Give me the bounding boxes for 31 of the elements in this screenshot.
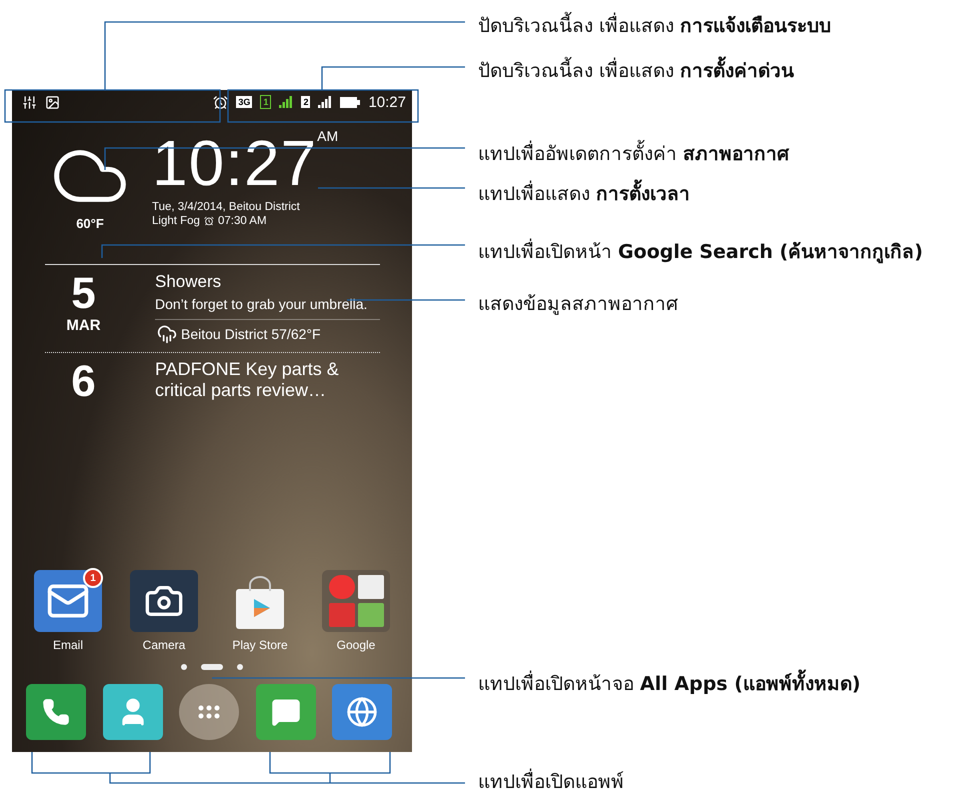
alarm-time-text: 07:30 AM bbox=[218, 214, 267, 228]
temperature-text: 60°F bbox=[76, 216, 104, 231]
sim-card-label: 1 bbox=[260, 95, 272, 109]
event-title[interactable]: Showers bbox=[155, 271, 380, 292]
callout-text: แทปเพื่อแสดง การตั้งเวลา bbox=[478, 178, 690, 208]
app-label: Email bbox=[52, 638, 83, 652]
notification-badge: 1 bbox=[83, 568, 103, 588]
clock-time[interactable]: 10:27 bbox=[152, 126, 318, 200]
app-label: Camera bbox=[142, 638, 186, 652]
callout-text: แทปเพื่อเปิดหน้าจอ All Apps (แอพพ์ทั้งหมด) bbox=[478, 668, 861, 698]
event-description: Don’t forget to grab your umbrella. bbox=[155, 295, 380, 320]
callout-text: ปัดบริเวณนี้ลง เพื่อแสดง การตั้งค่าด่วน bbox=[478, 55, 794, 85]
callout-text: แทปเพื่อเปิดแอพพ์ bbox=[478, 766, 624, 795]
event-title[interactable]: PADFONE Key parts & critical parts review… bbox=[155, 359, 380, 401]
callout-text: แทปเพื่อเปิดหน้า Google Search (ค้นหาจากกูเกิล) bbox=[478, 236, 923, 266]
sim-card-label: 2 bbox=[301, 96, 310, 108]
meridiem-text: AM bbox=[317, 128, 338, 144]
app-label: Play Store bbox=[232, 638, 288, 652]
app-label: Google bbox=[336, 638, 376, 652]
date-location-text: Tue, 3/4/2014, Beitou District bbox=[152, 200, 301, 214]
weather-condition-text: Light Fog bbox=[152, 214, 200, 228]
event-day: 6 bbox=[71, 359, 96, 405]
location-text: Beitou District bbox=[181, 326, 268, 342]
callout-text: แสดงข้อมูลสภาพอากาศ bbox=[478, 292, 678, 317]
callout-text: แทปเพื่ออัพเดตการตั้งค่า สภาพอากาศ bbox=[478, 138, 790, 168]
network-type-label: 3G bbox=[236, 96, 252, 108]
event-month: MAR bbox=[66, 317, 101, 334]
status-time: 10:27 bbox=[368, 94, 406, 110]
temperature-range: 57/62°F bbox=[271, 326, 321, 342]
callout-text: ปัดบริเวณนี้ลง เพื่อแสดง การแจ้งเตือนระบบ bbox=[478, 10, 832, 40]
event-day: 5 bbox=[71, 271, 96, 317]
